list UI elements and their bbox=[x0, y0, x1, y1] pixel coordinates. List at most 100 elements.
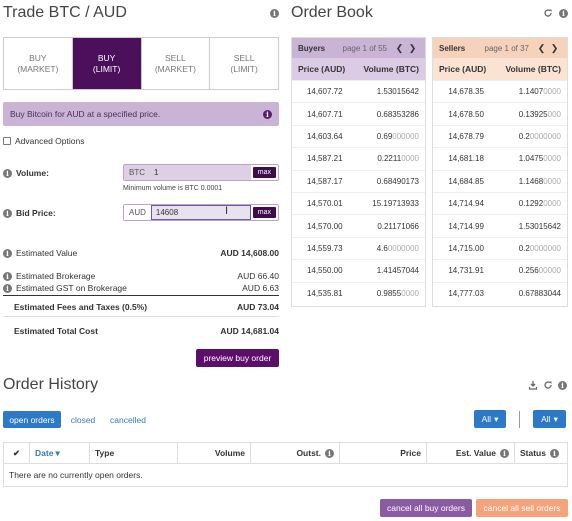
sellers-col-volume: Volume (BTC) bbox=[505, 64, 561, 74]
sellers-prev-page-icon[interactable]: ❮ bbox=[535, 42, 548, 55]
outstanding-info-icon[interactable]: i bbox=[325, 448, 334, 458]
buyers-next-page-icon[interactable]: ❯ bbox=[406, 42, 419, 55]
gst-value: AUD 6.63 bbox=[242, 283, 279, 293]
volume-input[interactable]: 1 bbox=[150, 165, 251, 180]
trade-title: Trade BTC / AUD bbox=[3, 4, 127, 21]
alert-info-icon[interactable]: i bbox=[263, 109, 272, 119]
brokerage-info-icon[interactable]: i bbox=[3, 271, 12, 281]
buyers-row[interactable]: 14,535.81 0.98550000 bbox=[292, 281, 425, 304]
tab-sell-limit[interactable]: SELL (LIMIT) bbox=[210, 38, 278, 89]
buyers-row[interactable]: 14,603.64 0.69000000 bbox=[292, 124, 425, 147]
order-volume-padding: 0000 bbox=[401, 288, 419, 298]
sellers-row[interactable]: 14,731.91 0.25600000 bbox=[433, 259, 567, 281]
col-outstanding[interactable]: Outst. i bbox=[251, 443, 340, 463]
sellers-row[interactable]: 14,681.18 1.04750000 bbox=[433, 147, 567, 169]
bid-price-max-button[interactable]: max bbox=[252, 207, 276, 218]
buyers-row[interactable]: 14,570.01 15.19713933 bbox=[292, 191, 425, 214]
estimated-value-info-icon[interactable]: i bbox=[3, 248, 12, 258]
order-volume-value: 1.53015642 bbox=[518, 221, 561, 231]
advanced-options-checkbox[interactable] bbox=[3, 137, 11, 145]
order-volume-value: 1.0475 bbox=[518, 154, 544, 164]
order-volume-padding: 0000 bbox=[401, 154, 419, 164]
caret-down-icon: ▾ bbox=[553, 413, 558, 424]
tab-sell-market[interactable]: SELL (MARKET) bbox=[142, 38, 211, 89]
history-refresh-icon[interactable] bbox=[543, 380, 553, 390]
tab-buy-limit[interactable]: BUY (LIMIT) bbox=[72, 38, 142, 89]
order-book-info-icon[interactable]: i bbox=[559, 9, 568, 18]
buyers-column-header: Price (AUD) Volume (BTC) bbox=[292, 58, 425, 80]
bid-price-input[interactable]: 14608 bbox=[150, 205, 251, 220]
col-date[interactable]: Date ▾ bbox=[30, 443, 90, 463]
order-volume: 1.41457044 bbox=[343, 266, 425, 275]
buyers-row[interactable]: 14,587.17 0.68490173 bbox=[292, 169, 425, 192]
filter-dropdown-2[interactable]: All ▾ bbox=[533, 410, 566, 428]
sellers-row[interactable]: 14,678.50 0.13925000 bbox=[433, 102, 567, 124]
cancel-all-sell-orders-button[interactable]: cancel all sell orders bbox=[476, 499, 568, 517]
bid-price-label: Bid Price: bbox=[16, 208, 56, 218]
col-est-value[interactable]: Est. Value i bbox=[427, 443, 515, 463]
status-info-icon[interactable]: i bbox=[549, 448, 559, 458]
order-price: 14,607.71 bbox=[306, 109, 343, 119]
sellers-row[interactable]: 14,678.35 1.14070000 bbox=[433, 80, 567, 102]
order-volume: 0.12920000 bbox=[484, 199, 567, 208]
order-volume-padding: 0000 bbox=[543, 87, 561, 97]
tab-sublabel: (MARKET) bbox=[154, 63, 196, 74]
tab-label: BUY bbox=[97, 52, 116, 63]
order-volume: 0.20000000 bbox=[484, 244, 567, 253]
sellers-row[interactable]: 14,714.99 1.53015642 bbox=[433, 214, 567, 236]
sellers-row[interactable]: 14,777.03 0.67883044 bbox=[433, 281, 567, 304]
buyers-row[interactable]: 14,550.00 1.41457044 bbox=[292, 259, 425, 281]
buyers-row[interactable]: 14,587.21 0.22110000 bbox=[292, 147, 425, 169]
col-type[interactable]: Type bbox=[90, 443, 178, 463]
advanced-options[interactable]: Advanced Options bbox=[3, 136, 84, 146]
order-type-description: Buy Bitcoin for AUD at a specified price… bbox=[3, 102, 279, 126]
order-volume-padding: 0000000 bbox=[387, 243, 419, 253]
order-price: 14,570.00 bbox=[306, 221, 343, 231]
buyers-prev-page-icon[interactable]: ❮ bbox=[393, 42, 406, 55]
buyers-row[interactable]: 14,570.00 0.21171066 bbox=[292, 214, 425, 236]
gst-info-icon[interactable]: i bbox=[3, 283, 12, 293]
advanced-options-label: Advanced Options bbox=[15, 136, 85, 146]
volume-hint: Minimum volume is BTC 0.0001 bbox=[123, 185, 223, 192]
tab-buy-market[interactable]: BUY (MARKET) bbox=[4, 38, 73, 89]
volume-max-button[interactable]: max bbox=[252, 167, 276, 178]
total-value: AUD 14,681.04 bbox=[220, 326, 279, 336]
order-volume-padding: 0000 bbox=[543, 154, 561, 164]
download-icon[interactable] bbox=[528, 380, 538, 390]
col-volume[interactable]: Volume bbox=[178, 443, 251, 463]
filter-1-label: All bbox=[481, 414, 492, 424]
order-volume-value: 0.9855 bbox=[376, 288, 402, 298]
order-volume: 1.53015642 bbox=[484, 222, 567, 231]
order-volume: 0.67883044 bbox=[484, 289, 567, 298]
tab-open-orders[interactable]: open orders bbox=[3, 411, 61, 428]
cancel-all-buy-orders-button[interactable]: cancel all buy orders bbox=[380, 499, 472, 517]
buyers-row[interactable]: 14,559.73 4.60000000 bbox=[292, 236, 425, 259]
col-price[interactable]: Price bbox=[340, 443, 427, 463]
tab-closed[interactable]: closed bbox=[67, 411, 99, 428]
bid-price-info-icon[interactable]: i bbox=[3, 208, 12, 218]
trade-info-icon[interactable]: i bbox=[270, 9, 279, 18]
volume-info-icon[interactable]: i bbox=[3, 168, 12, 178]
filter-dropdown-1[interactable]: All ▾ bbox=[474, 410, 506, 428]
order-price: 14,535.81 bbox=[306, 288, 343, 298]
fees-value: AUD 73.04 bbox=[236, 302, 279, 312]
estimated-value-label: Estimated Value bbox=[16, 248, 78, 258]
volume-input-group: BTC 1 max bbox=[123, 164, 279, 181]
sellers-row[interactable]: 14,678.79 0.20000000 bbox=[433, 124, 567, 147]
buyers-row[interactable]: 14,607.72 1.53015642 bbox=[292, 80, 425, 102]
col-date-label: Date bbox=[35, 448, 54, 458]
order-volume-padding: 000000 bbox=[392, 131, 419, 141]
sellers-next-page-icon[interactable]: ❯ bbox=[548, 42, 561, 55]
sellers-row[interactable]: 14,684.85 1.14680000 bbox=[433, 169, 567, 192]
sellers-row[interactable]: 14,714.94 0.12920000 bbox=[433, 191, 567, 214]
preview-buy-order-button[interactable]: preview buy order bbox=[196, 349, 279, 367]
sellers-row[interactable]: 14,715.00 0.20000000 bbox=[433, 236, 567, 259]
tab-cancelled[interactable]: cancelled bbox=[106, 411, 150, 428]
col-status[interactable]: Status i bbox=[515, 443, 567, 463]
order-history-table: ✔ Date ▾ Type Volume Outst. i Price Est. V… bbox=[3, 442, 568, 487]
select-all-check-icon[interactable]: ✔ bbox=[4, 443, 30, 463]
buyers-row[interactable]: 14,607.71 0.68353286 bbox=[292, 102, 425, 124]
est-value-info-icon[interactable]: i bbox=[500, 448, 509, 458]
history-info-icon[interactable]: i bbox=[558, 381, 567, 390]
refresh-icon[interactable] bbox=[543, 8, 553, 18]
